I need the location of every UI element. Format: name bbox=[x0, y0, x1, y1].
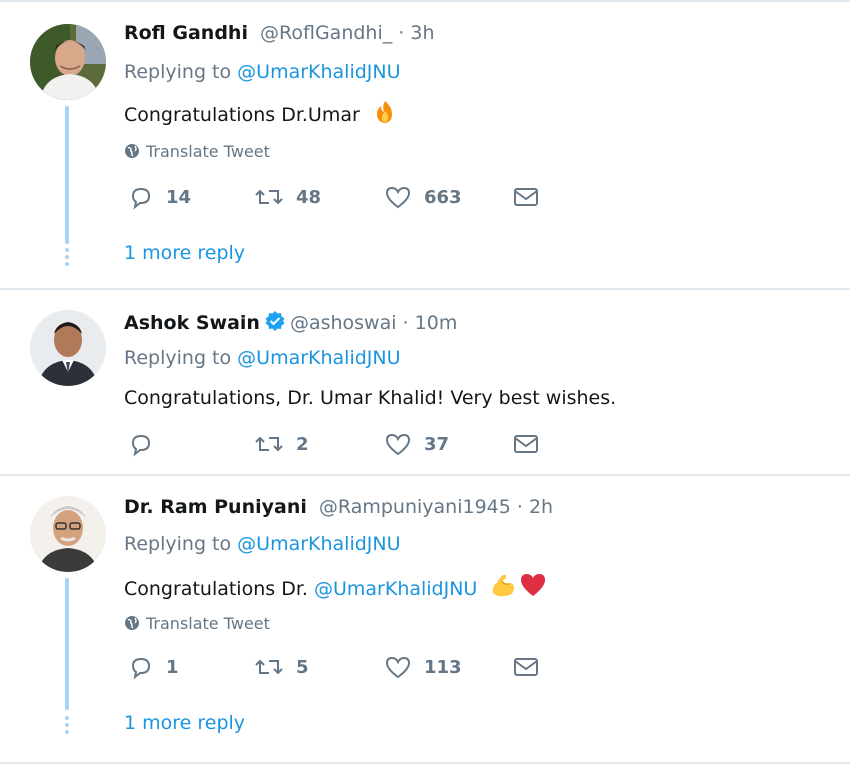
mention-link[interactable]: @UmarKhalidJNU bbox=[237, 533, 400, 555]
author-handle[interactable]: @RoflGandhi_ · 3h bbox=[260, 22, 434, 44]
tweet-text: Congratulations Dr.Umar bbox=[124, 99, 398, 130]
mention-link[interactable]: @UmarKhalidJNU bbox=[314, 578, 477, 600]
envelope-icon bbox=[514, 188, 538, 206]
direct-message-button[interactable] bbox=[512, 184, 552, 210]
reply-icon bbox=[131, 434, 151, 457]
heart-icon bbox=[385, 656, 411, 679]
tweet-text-content: Congratulations Dr.Umar bbox=[124, 104, 360, 126]
author-row: Rofl Gandhi @RoflGandhi_ · 3h bbox=[124, 22, 435, 44]
reply-button[interactable] bbox=[128, 431, 166, 457]
author-row: Dr. Ram Puniyani @Rampuniyani1945 · 2h bbox=[124, 496, 553, 518]
author-handle[interactable]: @Rampuniyani1945 · 2h bbox=[319, 496, 553, 518]
retweet-count: 48 bbox=[296, 186, 322, 208]
replying-prefix: Replying to bbox=[124, 61, 238, 83]
replying-prefix: Replying to bbox=[124, 533, 238, 555]
translate-label: Translate Tweet bbox=[146, 614, 270, 633]
heart-icon bbox=[385, 186, 411, 209]
reply-button[interactable]: 14 bbox=[128, 184, 191, 210]
verified-badge-icon bbox=[264, 310, 286, 337]
retweet-button[interactable]: 48 bbox=[254, 184, 321, 210]
translate-label: Translate Tweet bbox=[146, 142, 270, 161]
retweet-count: 2 bbox=[296, 433, 309, 455]
tweet-card[interactable]: Rofl Gandhi @RoflGandhi_ · 3h Replying t… bbox=[0, 2, 850, 288]
like-button[interactable]: 113 bbox=[384, 654, 462, 680]
like-count: 663 bbox=[424, 186, 462, 208]
retweet-icon bbox=[255, 659, 283, 675]
author-name[interactable]: Ashok Swain bbox=[124, 312, 260, 334]
tweet-text: Congratulations, Dr. Umar Khalid! Very b… bbox=[124, 387, 617, 409]
translate-tweet[interactable]: Translate Tweet bbox=[124, 614, 270, 635]
like-count: 37 bbox=[424, 433, 450, 455]
like-button[interactable]: 663 bbox=[384, 184, 462, 210]
thread-dots bbox=[64, 716, 70, 737]
retweet-button[interactable]: 5 bbox=[254, 654, 309, 680]
reply-icon bbox=[131, 187, 151, 210]
avatar[interactable] bbox=[30, 24, 106, 100]
thread-line bbox=[65, 106, 69, 244]
mention-link[interactable]: @UmarKhalidJNU bbox=[237, 61, 400, 83]
author-name[interactable]: Rofl Gandhi bbox=[124, 22, 248, 44]
reply-button[interactable]: 1 bbox=[128, 654, 179, 680]
translate-tweet[interactable]: Translate Tweet bbox=[124, 142, 270, 163]
avatar[interactable] bbox=[30, 496, 106, 572]
author-handle[interactable]: @ashoswai · 10m bbox=[290, 312, 457, 334]
reply-icon bbox=[131, 657, 151, 680]
heart-emoji bbox=[519, 571, 547, 604]
thread-dots bbox=[64, 248, 70, 269]
like-count: 113 bbox=[424, 656, 462, 678]
replying-to: Replying to @UmarKhalidJNU bbox=[124, 533, 401, 555]
avatar[interactable] bbox=[30, 310, 106, 386]
reply-count: 14 bbox=[166, 186, 192, 208]
retweet-count: 5 bbox=[296, 656, 309, 678]
more-replies-link[interactable]: 1 more reply bbox=[124, 712, 245, 734]
fire-emoji bbox=[372, 99, 398, 130]
more-replies-link[interactable]: 1 more reply bbox=[124, 242, 245, 264]
thread-line bbox=[65, 578, 69, 710]
direct-message-button[interactable] bbox=[512, 431, 552, 457]
separator bbox=[0, 762, 850, 764]
flexed-biceps-emoji bbox=[489, 571, 517, 604]
replying-to: Replying to @UmarKhalidJNU bbox=[124, 347, 401, 369]
tweet-text-content: Congratulations Dr. bbox=[124, 578, 314, 600]
envelope-icon bbox=[514, 658, 538, 676]
retweet-icon bbox=[255, 436, 283, 452]
tweet-card[interactable]: Ashok Swain @ashoswai · 10m Replying to @… bbox=[0, 290, 850, 474]
author-row: Ashok Swain @ashoswai · 10m bbox=[124, 310, 457, 337]
direct-message-button[interactable] bbox=[512, 654, 552, 680]
envelope-icon bbox=[514, 435, 538, 453]
replying-to: Replying to @UmarKhalidJNU bbox=[124, 61, 401, 83]
globe-icon bbox=[124, 615, 140, 635]
retweet-button[interactable]: 2 bbox=[254, 431, 309, 457]
mention-link[interactable]: @UmarKhalidJNU bbox=[237, 347, 400, 369]
tweet-card[interactable]: Dr. Ram Puniyani @Rampuniyani1945 · 2h R… bbox=[0, 476, 850, 762]
author-name[interactable]: Dr. Ram Puniyani bbox=[124, 496, 307, 518]
replying-prefix: Replying to bbox=[124, 347, 238, 369]
like-button[interactable]: 37 bbox=[384, 431, 449, 457]
heart-icon bbox=[385, 433, 411, 456]
retweet-icon bbox=[255, 189, 283, 205]
tweet-text: Congratulations Dr. @UmarKhalidJNU bbox=[124, 571, 547, 604]
reply-count: 1 bbox=[166, 656, 179, 678]
globe-icon bbox=[124, 143, 140, 163]
